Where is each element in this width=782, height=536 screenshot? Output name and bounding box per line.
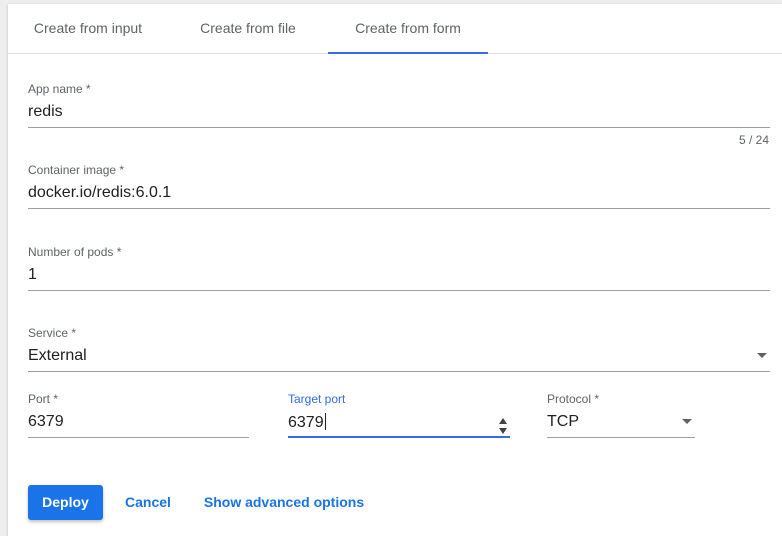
container-image-underline [28, 208, 770, 209]
service-select[interactable]: Service * External [28, 326, 770, 372]
chevron-down-icon[interactable] [757, 353, 767, 358]
deploy-button[interactable]: Deploy [28, 485, 103, 520]
service-selected-value[interactable]: External [28, 347, 87, 365]
service-label: Service * [28, 326, 77, 340]
number-of-pods-label: Number of pods * [28, 245, 122, 259]
port-field[interactable]: Port * 6379 [28, 392, 249, 438]
app-name-input[interactable]: redis [28, 103, 63, 121]
container-image-field[interactable]: Container image * docker.io/redis:6.0.1 [28, 163, 770, 209]
target-port-field[interactable]: Target port 6379 [288, 392, 510, 438]
app-name-char-counter: 5 / 24 [739, 133, 770, 147]
app-name-field[interactable]: App name * redis [28, 82, 770, 128]
port-label: Port * [28, 392, 59, 406]
stepper-icon[interactable] [498, 417, 508, 435]
target-port-input[interactable]: 6379 [288, 413, 326, 432]
target-port-label: Target port [288, 392, 346, 406]
protocol-underline [547, 437, 695, 438]
container-image-input[interactable]: docker.io/redis:6.0.1 [28, 184, 171, 202]
target-port-underline [288, 436, 510, 438]
container-image-label: Container image * [28, 163, 125, 177]
port-input[interactable]: 6379 [28, 413, 64, 431]
number-of-pods-input[interactable]: 1 [28, 266, 37, 284]
protocol-label: Protocol * [547, 392, 600, 406]
cancel-button[interactable]: Cancel [114, 485, 182, 520]
protocol-select[interactable]: Protocol * TCP [547, 392, 695, 438]
app-name-underline [28, 127, 770, 128]
chevron-down-icon[interactable] [682, 419, 692, 424]
tab-create-from-form[interactable]: Create from form [328, 4, 488, 54]
create-tabs: Create from input Create from file Creat… [8, 4, 782, 54]
port-underline [28, 437, 249, 438]
service-underline [28, 371, 770, 372]
number-of-pods-underline [28, 290, 770, 291]
protocol-selected-value[interactable]: TCP [547, 413, 579, 431]
app-name-label: App name * [28, 82, 91, 96]
number-of-pods-field[interactable]: Number of pods * 1 [28, 245, 770, 291]
target-port-value: 6379 [288, 414, 324, 431]
tab-create-from-file[interactable]: Create from file [168, 4, 328, 53]
show-advanced-options-button[interactable]: Show advanced options [200, 485, 368, 520]
tab-create-from-input[interactable]: Create from input [8, 4, 168, 53]
text-caret [324, 413, 326, 430]
create-resource-card: Create from input Create from file Creat… [8, 4, 782, 536]
